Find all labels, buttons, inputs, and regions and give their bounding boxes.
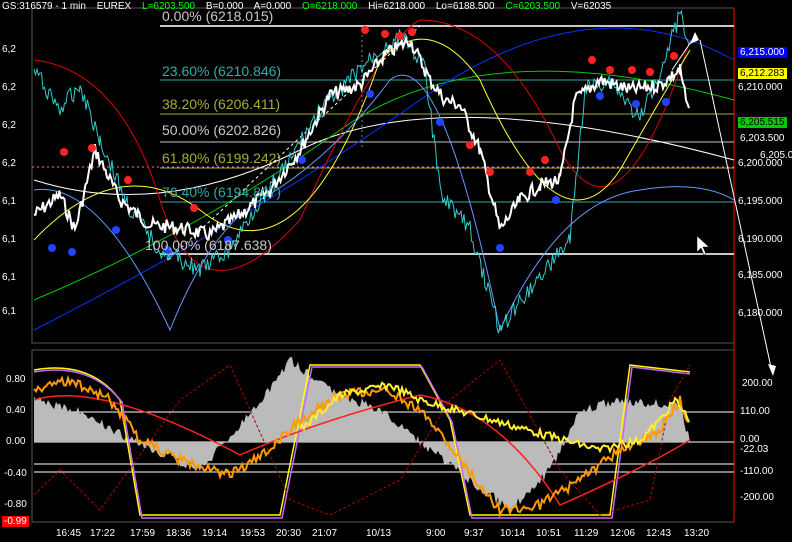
left-price-tick: 6,2 <box>2 158 16 169</box>
price-tag-yellow: 6,212.283 <box>738 68 787 79</box>
time-tick: 11:29 <box>574 528 599 539</box>
right-price-tick: 6,190.000 <box>738 234 783 245</box>
left-price-tick: 6,1 <box>2 196 16 207</box>
osc-right-tick: 110.00 <box>740 406 770 417</box>
left-price-tick: 6,1 <box>2 272 16 283</box>
close-value: C=6203.500 <box>505 1 561 12</box>
buy-dot <box>436 118 444 126</box>
exchange-label: EUREX <box>96 1 132 12</box>
sell-dot <box>466 141 474 149</box>
right-price-tick: 6,180.000 <box>738 308 783 319</box>
right-price-tick: 6,195.000 <box>738 196 783 207</box>
sell-dot <box>628 66 636 74</box>
time-tick: 19:53 <box>240 528 266 539</box>
sell-dot <box>124 176 132 184</box>
time-tick: 10:14 <box>500 528 526 539</box>
osc-left-tick: -0.40 <box>4 468 27 479</box>
sell-dot <box>408 28 416 36</box>
time-tick: 12:43 <box>646 528 672 539</box>
right-price-tick: 6,185.000 <box>738 270 783 281</box>
time-tick: 21:07 <box>312 528 338 539</box>
projection-arrow-down-head <box>768 364 776 376</box>
left-price-tick: 6,2 <box>2 44 16 55</box>
buy-dot <box>496 244 504 252</box>
osc-right-tick: -110.00 <box>740 466 774 477</box>
time-tick: 16:45 <box>56 528 82 539</box>
sell-dot <box>606 66 614 74</box>
time-tick: 12:06 <box>610 528 636 539</box>
price-tag-blue: 6,215.000 <box>738 47 787 58</box>
sell-dot <box>396 32 404 40</box>
buy-dot <box>662 98 670 106</box>
buy-dot <box>596 92 604 100</box>
sell-dot <box>190 204 198 212</box>
sell-dot <box>670 52 678 60</box>
buy-dot <box>552 196 560 204</box>
low-value: Lo=6188.500 <box>435 1 495 12</box>
sell-dot <box>361 26 369 34</box>
fib-label-382: 38.20% (6206.411) <box>162 96 281 112</box>
left-price-tick: 6,2 <box>2 82 16 93</box>
osc-left-tick: 0.00 <box>6 436 26 447</box>
left-price-tick: 6,1 <box>2 234 16 245</box>
sell-dot <box>486 168 494 176</box>
osc-right-tick: -22.03 <box>740 444 769 455</box>
buy-dot <box>632 100 640 108</box>
chart-header: GS:316579 - 1 min EUREX L=6203.500 B=0.0… <box>2 1 619 13</box>
right-price-tick: 6,210.000 <box>738 82 783 93</box>
right-price-tick: 6,200.000 <box>738 158 783 169</box>
time-tick: 19:14 <box>202 528 228 539</box>
osc-right-tick: 200.00 <box>742 378 773 389</box>
time-tick: 13:20 <box>684 528 710 539</box>
left-price-tick: 6,1 <box>2 306 16 317</box>
time-tick: 9:00 <box>426 528 446 539</box>
price-tag-last: 6,203.500 <box>738 133 787 144</box>
buy-dot <box>68 248 76 256</box>
symbol-label: GS:316579 - 1 min <box>2 1 86 12</box>
fib-label-764: 76.40% (6194.807) <box>162 184 282 200</box>
sell-dot <box>88 144 96 152</box>
buy-dot <box>112 226 120 234</box>
sell-dot <box>588 56 596 64</box>
open-value: O=6218.000 <box>301 1 358 12</box>
buy-dot <box>298 156 306 164</box>
osc-bottom-tag: -0.99 <box>2 516 29 527</box>
time-tick: 18:36 <box>166 528 192 539</box>
sell-dot <box>526 168 534 176</box>
volume-value: V=62035 <box>570 1 612 12</box>
fib-label-236: 23.60% (6210.846) <box>162 63 282 79</box>
osc-left-tick: -0.80 <box>4 499 27 510</box>
fib-label-500: 50.00% (6202.826) <box>162 122 282 138</box>
time-tick: 10/13 <box>366 528 392 539</box>
sell-dot <box>646 68 654 76</box>
chart-canvas[interactable] <box>0 0 792 542</box>
buy-dot <box>48 244 56 252</box>
high-value: Hi=6218.000 <box>368 1 426 12</box>
time-tick: 17:22 <box>90 528 116 539</box>
left-price-tick: 6,2 <box>2 120 16 131</box>
sell-dot <box>381 30 389 38</box>
sell-dot <box>60 148 68 156</box>
fib-label-618: 61.80% (6199.242) <box>162 150 282 166</box>
time-tick: 17:59 <box>130 528 156 539</box>
osc-right-tick: -200.00 <box>740 492 774 503</box>
osc-left-tick: 0.80 <box>6 374 26 385</box>
osc-left-tick: 0.40 <box>6 405 26 416</box>
sell-dot <box>541 156 549 164</box>
time-tick: 9:37 <box>464 528 484 539</box>
time-tick: 10:51 <box>536 528 562 539</box>
time-tick: 20:30 <box>276 528 302 539</box>
buy-dot <box>366 90 374 98</box>
fib-label-1000: 100.00% (6187.638) <box>145 237 272 253</box>
fib-label-0: 0.00% (6218.015) <box>162 8 274 24</box>
price-tag-green: 6,205.515 <box>738 117 787 128</box>
